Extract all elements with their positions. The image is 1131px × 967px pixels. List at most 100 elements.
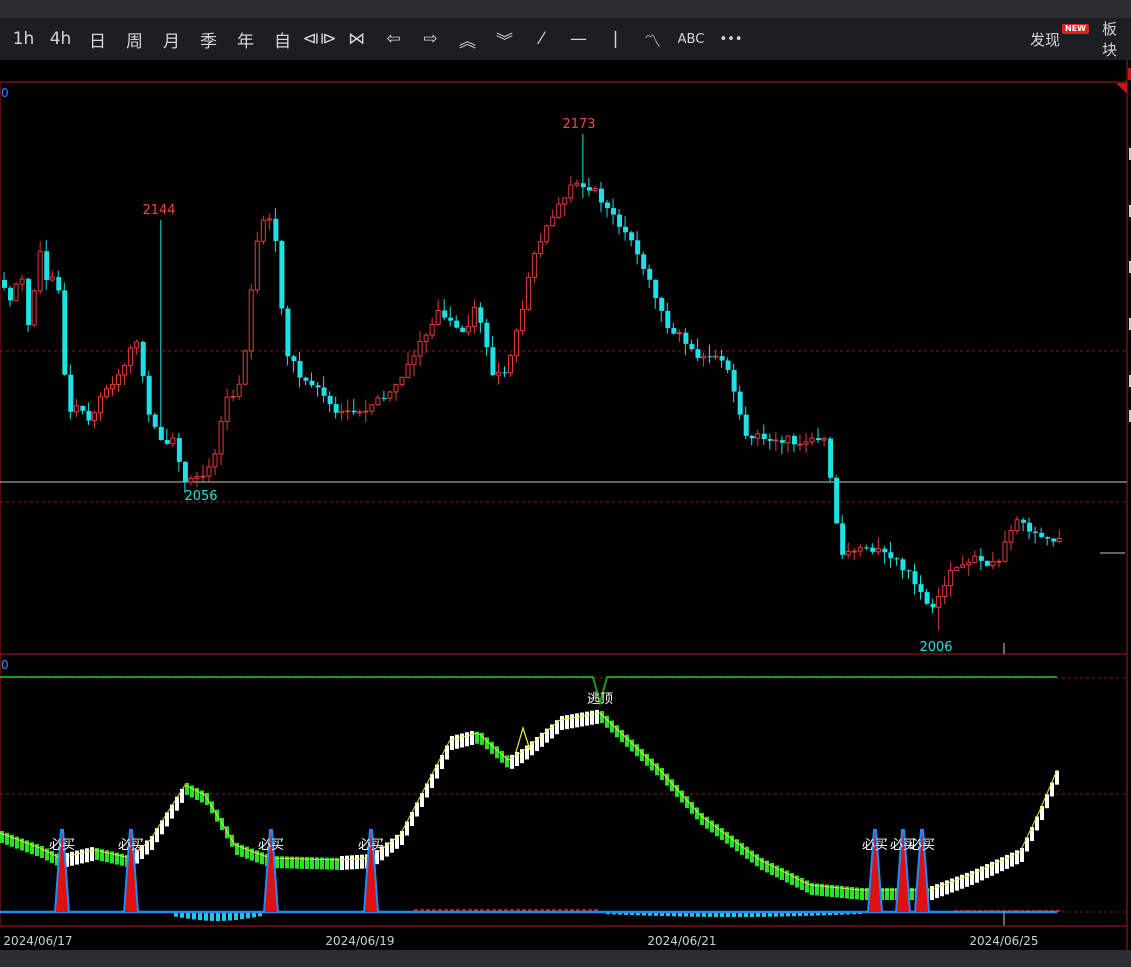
candle-up (532, 252, 538, 278)
candle-up (520, 308, 526, 332)
candle-down (279, 240, 285, 309)
candle-down (291, 356, 297, 362)
label-low-2056: 2056 (184, 489, 217, 504)
candle-up (526, 276, 532, 310)
oscillator-bar (705, 816, 709, 829)
oscillator-bar (600, 711, 604, 723)
candle-up (188, 477, 194, 483)
oscillator-bar (150, 836, 154, 850)
buy-label: 必买 (118, 838, 144, 853)
candle-up (19, 278, 25, 285)
oscillator-bar (730, 835, 734, 848)
candle-down (351, 410, 357, 413)
candle-up (676, 332, 682, 335)
candle-down (629, 232, 635, 241)
oscillator-bar (720, 828, 724, 840)
candle-down (152, 414, 158, 427)
histogram-bar (216, 912, 220, 921)
candle-down (882, 548, 888, 553)
oscillator-bar (505, 755, 509, 768)
oscillator-bar (160, 820, 164, 835)
candle-up (875, 548, 881, 553)
candle-up (471, 306, 477, 327)
candle-down (580, 183, 586, 188)
oscillator-bar (650, 758, 654, 771)
candle-down (454, 320, 460, 328)
candle-down (864, 547, 870, 549)
candle-down (315, 385, 321, 388)
oscillator-bar (710, 820, 714, 833)
candle-down (984, 560, 990, 566)
candle-up (1008, 530, 1014, 543)
oscillator-bar (960, 874, 964, 889)
candle-down (303, 377, 309, 381)
candle-down (767, 438, 773, 441)
candle-up (116, 374, 122, 385)
candle-down (86, 410, 92, 421)
candle-down (2, 279, 7, 288)
candle-down (761, 433, 767, 439)
candle-down (586, 187, 592, 191)
candle-down (816, 438, 822, 441)
candle-down (749, 435, 755, 439)
candle-up (556, 203, 562, 218)
candle-down (731, 369, 737, 392)
oscillator-bar (90, 847, 94, 862)
candle-up (948, 569, 954, 587)
oscillator-bar (500, 750, 504, 763)
oscillator-bar (630, 739, 634, 752)
oscillator-bar (940, 882, 944, 897)
oscillator-bar (725, 831, 729, 844)
oscillator-bar (480, 732, 484, 745)
candle-down (840, 523, 846, 555)
candle-up (37, 250, 43, 292)
oscillator-bar (175, 796, 179, 811)
candle-up (122, 364, 128, 376)
candle-up (230, 395, 236, 398)
corner-marker (1116, 83, 1127, 94)
candle-up (785, 435, 791, 444)
candle-down (828, 438, 834, 478)
candle-down (381, 397, 387, 399)
histogram-bar (222, 912, 226, 921)
candle-up (755, 433, 761, 439)
oscillator-bar (460, 733, 464, 748)
candle-down (146, 375, 152, 415)
candle-up (134, 341, 140, 349)
oscillator-bar (715, 824, 719, 837)
oscillator-bar (85, 848, 89, 863)
oscillator-bar (180, 788, 184, 803)
candle-down (44, 251, 50, 280)
candle-up (357, 411, 363, 414)
oscillator-bar (635, 744, 639, 757)
candle-up (369, 404, 375, 412)
chart-canvas[interactable]: 002144217320562006必买 必买 必买 必买 必买 必买必买逃顶2024/0… (0, 0, 1131, 950)
candle-down (62, 290, 68, 375)
candle-up (399, 376, 405, 386)
x-axis-label: 2024/06/19 (325, 934, 394, 948)
candle-down (605, 202, 610, 209)
indicator-axis-hint: 0 (1, 658, 9, 672)
oscillator-bar (355, 855, 359, 869)
candle-up (562, 197, 568, 205)
candle-down (502, 372, 508, 374)
candle-up (91, 412, 97, 421)
candle-up (514, 330, 520, 357)
status-bar (0, 950, 1131, 967)
candle-down (68, 374, 74, 412)
oscillator-bar (345, 855, 349, 870)
oscillator-bar (930, 886, 934, 900)
x-axis-label: 2024/06/25 (969, 934, 1038, 948)
candle-down (725, 360, 731, 370)
candle-down (912, 571, 918, 585)
candle-down (26, 278, 32, 325)
candle-up (821, 438, 827, 441)
histogram-bar (204, 912, 208, 921)
candle-down (683, 332, 689, 344)
oscillator-bar (935, 884, 939, 899)
candle-down (164, 440, 170, 444)
oscillator-bar (625, 734, 629, 747)
candle-down (870, 547, 876, 552)
candle-up (966, 561, 972, 566)
oscillator-bar (450, 736, 454, 750)
